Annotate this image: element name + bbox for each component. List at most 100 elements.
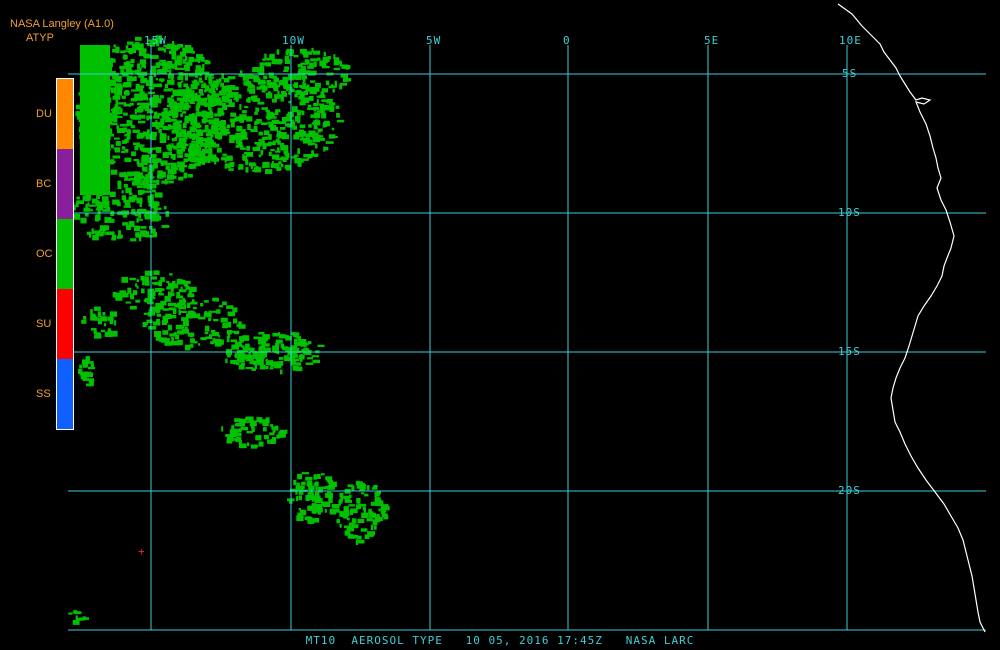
aerosol-pixel: [190, 332, 193, 338]
aerosol-pixel: [293, 54, 299, 58]
aerosol-pixel: [156, 179, 160, 185]
aerosol-pixel: [236, 349, 244, 353]
aerosol-pixel: [307, 84, 310, 91]
aerosol-pixel: [257, 69, 262, 74]
aerosol-pixel: [146, 116, 150, 121]
aerosol-pixel: [76, 200, 84, 205]
aerosol-pixel: [147, 110, 154, 114]
aerosol-pixel: [304, 59, 310, 65]
aerosol-pixel: [131, 209, 136, 215]
aerosol-pixel: [228, 168, 234, 171]
aerosol-pixel: [291, 121, 296, 127]
aerosol-pixel: [214, 160, 217, 165]
aerosol-pixel: [191, 299, 195, 302]
aerosol-pixel: [192, 307, 197, 310]
aerosol-pixel: [115, 141, 121, 146]
aerosol-pixel: [249, 420, 257, 427]
aerosol-pixel: [121, 195, 127, 200]
aerosol-pixel: [78, 92, 86, 96]
aerosol-pixel: [90, 309, 93, 315]
aerosol-pixel: [374, 497, 381, 501]
aerosol-pixel: [188, 157, 192, 162]
aerosol-pixel: [151, 276, 157, 280]
aerosol-pixel: [173, 44, 180, 50]
aerosol-pixel: [105, 67, 112, 73]
aerosol-pixel: [88, 366, 96, 370]
aerosol-pixel: [123, 112, 128, 116]
aerosol-pixel: [151, 55, 159, 59]
aerosol-pixel: [276, 364, 279, 369]
aerosol-pixel: [180, 147, 185, 152]
aerosol-pixel: [124, 157, 132, 163]
aerosol-pixel: [228, 102, 235, 107]
aerosol-pixel: [146, 80, 154, 86]
aerosol-pixel: [96, 205, 104, 211]
aerosol-pixel: [305, 476, 313, 481]
aerosol-pixel: [265, 109, 270, 113]
aerosol-pixel: [206, 119, 212, 123]
aerosol-pixel: [183, 158, 188, 163]
aerosol-pixel: [331, 504, 340, 509]
aerosol-pixel: [97, 123, 103, 128]
aerosol-pixel: [98, 116, 102, 122]
aerosol-pixel: [125, 187, 132, 194]
aerosol-pixel: [170, 153, 176, 159]
aerosol-pixel: [301, 85, 308, 90]
aerosol-pixel: [196, 124, 202, 128]
aerosol-pixel: [245, 167, 249, 173]
aerosol-pixel: [252, 146, 260, 152]
aerosol-pixel: [301, 110, 305, 116]
aerosol-pixel: [263, 75, 268, 79]
aerosol-pixel: [88, 232, 92, 238]
aerosol-pixel: [225, 358, 228, 364]
aerosol-pixel: [164, 179, 168, 185]
aerosol-pixel: [168, 291, 172, 298]
aerosol-pixel: [216, 309, 221, 314]
aerosol-pixel: [183, 320, 189, 327]
aerosol-pixel: [258, 441, 264, 447]
aerosol-pixel: [172, 91, 175, 97]
aerosol-pixel: [139, 202, 142, 207]
aerosol-pixel: [98, 229, 102, 232]
aerosol-pixel: [302, 75, 307, 80]
aerosol-pixel: [221, 426, 224, 432]
aerosol-pixel: [106, 125, 110, 129]
aerosol-pixel: [85, 106, 93, 109]
lon-label-0: 0: [563, 34, 571, 47]
aerosol-pixel: [280, 127, 286, 130]
aerosol-pixel: [154, 331, 162, 337]
aerosol-pixel: [201, 158, 206, 165]
aerosol-pixel: [138, 120, 146, 124]
aerosol-pixel: [239, 443, 247, 449]
aerosol-pixel: [94, 125, 99, 130]
aerosol-pixel: [117, 202, 121, 207]
aerosol-pixel: [331, 127, 335, 131]
aerosol-pixel: [103, 143, 106, 149]
aerosol-pixel: [188, 146, 195, 152]
aerosol-pixel: [250, 129, 258, 132]
aerosol-pixel: [172, 175, 177, 179]
aerosol-pixel: [239, 70, 243, 74]
aerosol-pixel: [176, 131, 182, 138]
aerosol-pixel: [293, 154, 299, 157]
aerosol-pixel: [132, 290, 138, 296]
aerosol-pixel: [99, 160, 107, 166]
aerosol-pixel: [361, 492, 365, 495]
aerosol-pixel: [342, 496, 346, 499]
aerosol-pixel: [136, 185, 143, 189]
aerosol-pixel: [336, 113, 340, 118]
aerosol-pixel: [187, 154, 196, 158]
aerosol-pixel: [213, 118, 220, 123]
legend-swatch-bc: [57, 149, 73, 219]
aerosol-pixel: [329, 108, 335, 112]
aerosol-pixel: [115, 99, 119, 105]
aerosol-pixel: [166, 280, 170, 284]
aerosol-pixel: [315, 485, 318, 491]
aerosol-pixel: [240, 426, 249, 431]
aerosol-pixel: [275, 157, 283, 161]
aerosol-pixel: [155, 62, 163, 66]
aerosol-pixel: [272, 140, 276, 146]
aerosol-pixel: [281, 117, 287, 123]
aerosol-pixel: [309, 488, 314, 493]
aerosol-pixel: [329, 102, 336, 106]
